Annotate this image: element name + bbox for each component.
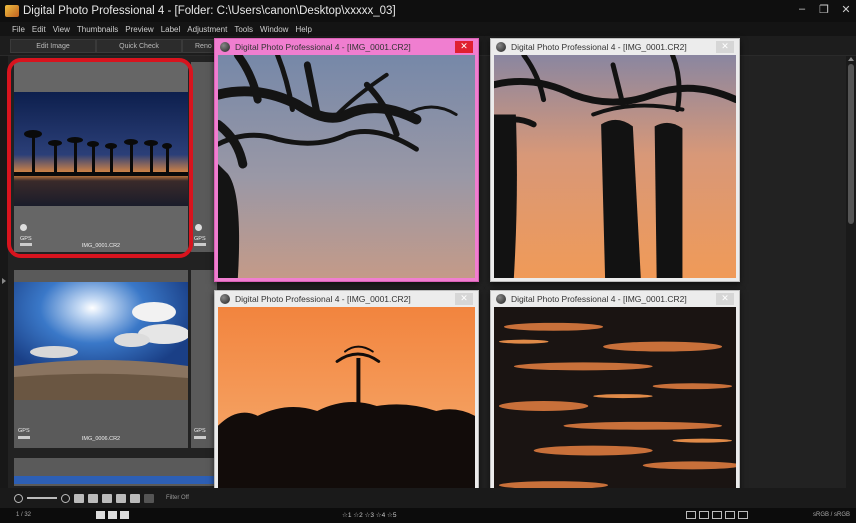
close-button[interactable]: ✕ xyxy=(840,3,852,16)
minimize-button[interactable]: – xyxy=(796,3,808,16)
window-controls: – ❐ ✕ xyxy=(796,3,852,16)
raw-badge-icon xyxy=(194,243,206,246)
app-icon xyxy=(5,5,19,17)
scroll-up-icon[interactable] xyxy=(848,57,854,61)
list-icon[interactable] xyxy=(108,511,117,519)
grid-view-icon[interactable] xyxy=(130,493,140,503)
color-space: sRGB / sRGB xyxy=(812,512,850,518)
rating-stars[interactable]: ☆1 ☆2 ☆3 ☆4 ☆5 xyxy=(342,511,396,519)
multi-view-icon[interactable] xyxy=(144,493,154,503)
view-list-icon[interactable] xyxy=(102,493,112,503)
filter-label[interactable]: Filter Off xyxy=(166,495,189,501)
tool-icon[interactable] xyxy=(725,511,735,519)
zoom-in-icon[interactable] xyxy=(61,493,70,503)
dpp-app-icon xyxy=(496,42,506,52)
preview-window-1[interactable]: Digital Photo Professional 4 - [IMG_0001… xyxy=(214,38,479,282)
raw-badge-icon xyxy=(194,436,206,439)
menu-view[interactable]: View xyxy=(53,25,70,34)
grid-icon[interactable] xyxy=(96,511,105,519)
menu-adjustment[interactable]: Adjustment xyxy=(187,25,227,34)
view-mode-icons xyxy=(96,511,129,519)
view-medium-icon[interactable] xyxy=(88,493,98,503)
selection-highlight xyxy=(7,58,193,258)
preview-image xyxy=(494,307,736,504)
menu-tools[interactable]: Tools xyxy=(234,25,253,34)
preview-close-button[interactable]: ✕ xyxy=(716,293,734,305)
view-small-icon[interactable] xyxy=(74,493,84,503)
preview-title-bar[interactable]: Digital Photo Professional 4 - [IMG_0001… xyxy=(491,39,739,55)
tab-edit-image[interactable]: Edit Image xyxy=(10,39,96,53)
menu-help[interactable]: Help xyxy=(295,25,311,34)
thumbnail-filename: IMG_0006.CR2 xyxy=(81,436,121,442)
tool-icon[interactable] xyxy=(686,511,696,519)
dpp-app-icon xyxy=(220,294,230,304)
thumbnail-image xyxy=(14,282,190,400)
preview-close-button[interactable]: ✕ xyxy=(716,41,734,53)
check-icon[interactable] xyxy=(195,224,202,231)
view-large-icon[interactable] xyxy=(116,493,126,503)
preview-close-button[interactable]: ✕ xyxy=(455,293,473,305)
dpp-app-icon xyxy=(496,294,506,304)
restore-button[interactable]: ❐ xyxy=(818,3,830,16)
menu-thumbnails[interactable]: Thumbnails xyxy=(77,25,118,34)
image-counter: 1 / 32 xyxy=(16,512,32,518)
gps-label: GPS xyxy=(194,428,206,434)
gps-label: GPS xyxy=(194,236,206,242)
preview-title: Digital Photo Professional 4 - [IMG_0001… xyxy=(511,294,687,304)
preview-title: Digital Photo Professional 4 - [IMG_0001… xyxy=(235,294,411,304)
menu-label[interactable]: Label xyxy=(161,25,181,34)
preview-image xyxy=(218,307,475,504)
preview-close-button[interactable]: ✕ xyxy=(455,41,473,53)
thumbnail-toolbar: Filter Off xyxy=(0,488,856,508)
tool-icon[interactable] xyxy=(712,511,722,519)
menu-edit[interactable]: Edit xyxy=(32,25,46,34)
gps-label: GPS xyxy=(18,428,30,434)
preview-image xyxy=(494,55,736,278)
preview-title-bar[interactable]: Digital Photo Professional 4 - [IMG_0001… xyxy=(491,291,739,307)
thumbnail-cell[interactable] xyxy=(14,458,217,486)
tool-icon[interactable] xyxy=(699,511,709,519)
preview-title-bar[interactable]: Digital Photo Professional 4 - [IMG_0001… xyxy=(215,39,478,55)
thumbnail-image xyxy=(14,476,217,484)
preview-window-3[interactable]: Digital Photo Professional 4 - [IMG_0001… xyxy=(214,290,479,508)
scroll-thumb[interactable] xyxy=(848,64,854,224)
preview-window-4[interactable]: Digital Photo Professional 4 - [IMG_0001… xyxy=(490,290,740,508)
menu-preview[interactable]: Preview xyxy=(125,25,153,34)
rating-controls: ☆1 ☆2 ☆3 ☆4 ☆5 xyxy=(342,511,396,519)
preview-window-2[interactable]: Digital Photo Professional 4 - [IMG_0001… xyxy=(490,38,740,282)
dpp-app-icon xyxy=(220,42,230,52)
zoom-slider[interactable] xyxy=(27,497,57,499)
menu-bar: File Edit View Thumbnails Preview Label … xyxy=(0,22,856,36)
vertical-scrollbar[interactable] xyxy=(846,56,856,508)
preview-image xyxy=(218,55,475,278)
preview-title: Digital Photo Professional 4 - [IMG_0001… xyxy=(511,42,687,52)
tab-quick-check[interactable]: Quick Check xyxy=(96,39,182,53)
expand-arrow-icon[interactable] xyxy=(2,278,6,284)
camera-icon[interactable] xyxy=(738,511,748,519)
split-icon[interactable] xyxy=(120,511,129,519)
preview-title: Digital Photo Professional 4 - [IMG_0001… xyxy=(235,42,411,52)
status-bar: 1 / 32 ☆1 ☆2 ☆3 ☆4 ☆5 sRGB / sRGB xyxy=(0,508,856,523)
menu-window[interactable]: Window xyxy=(260,25,288,34)
title-bar: Digital Photo Professional 4 - [Folder: … xyxy=(0,0,856,22)
menu-file[interactable]: File xyxy=(12,25,25,34)
thumbnail-cell[interactable]: GPS IMG_0006.CR2 xyxy=(14,270,190,448)
preview-title-bar[interactable]: Digital Photo Professional 4 - [IMG_0001… xyxy=(215,291,478,307)
zoom-out-icon[interactable] xyxy=(14,493,23,503)
status-tool-icons xyxy=(686,511,748,519)
window-title: Digital Photo Professional 4 - [Folder: … xyxy=(23,5,396,17)
